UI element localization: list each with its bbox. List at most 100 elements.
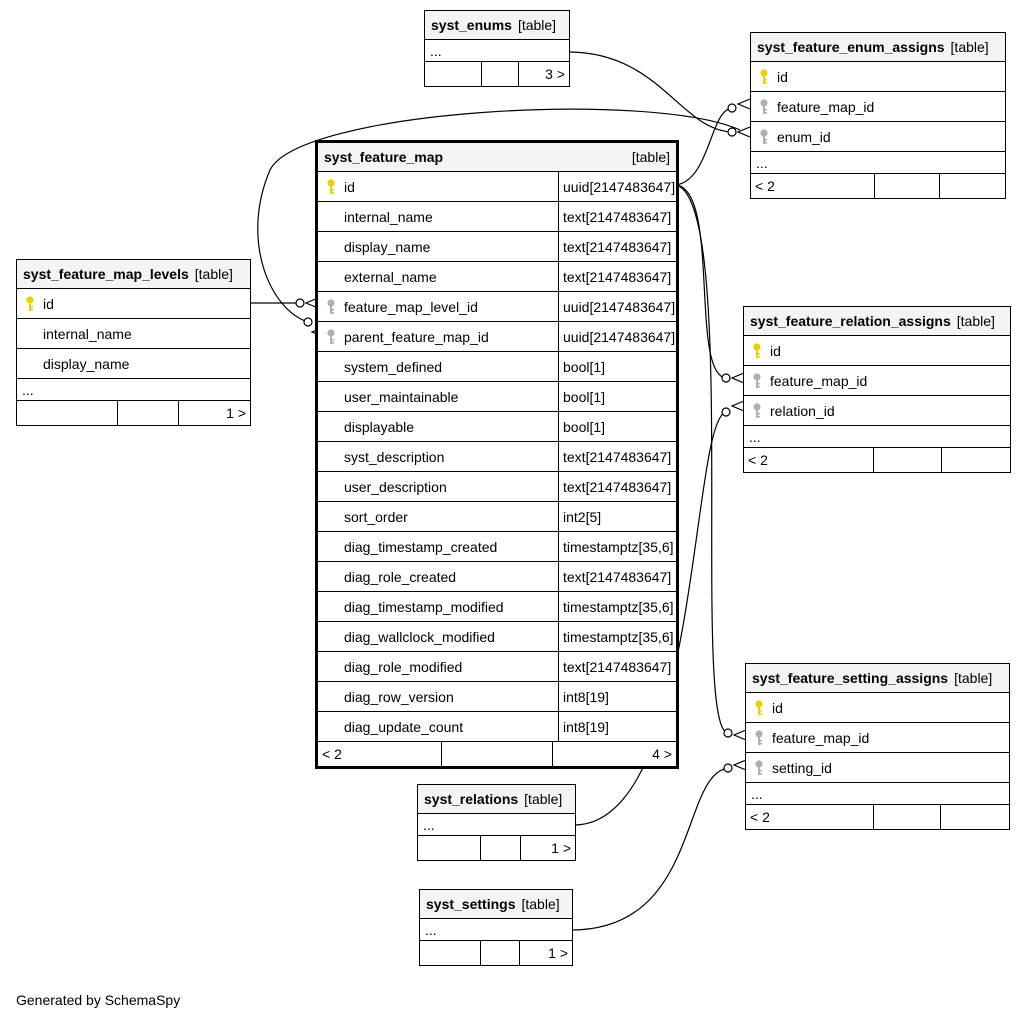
table-name: syst_enums [431, 17, 512, 33]
column-row[interactable]: id [746, 693, 1009, 723]
column-type: bool[1] [558, 412, 676, 441]
column-row[interactable]: relation_id [744, 396, 1010, 426]
table-header[interactable]: syst_relations [table] [418, 785, 575, 814]
column-row[interactable]: diag_role_created text[2147483647] [318, 562, 676, 592]
footer-cell [17, 401, 118, 425]
table-header[interactable]: syst_feature_map_levels [table] [17, 260, 250, 289]
table-header[interactable]: syst_feature_relation_assigns [table] [744, 307, 1010, 336]
foreign-key-icon [752, 372, 762, 390]
column-name: display_name [43, 355, 130, 372]
primary-key-icon [25, 295, 35, 313]
column-type: text[2147483647] [558, 472, 676, 501]
column-name: internal_name [344, 208, 433, 225]
column-row[interactable]: setting_id [746, 753, 1009, 783]
parents-count-link[interactable]: < 2 [746, 805, 874, 829]
table-syst-feature-enum-assigns[interactable]: syst_feature_enum_assigns [table] id fea… [750, 32, 1006, 199]
footer-cell [425, 62, 482, 86]
column-row[interactable]: internal_name [17, 319, 250, 349]
foreign-key-icon [759, 128, 769, 146]
table-header[interactable]: syst_feature_setting_assigns [table] [746, 664, 1009, 693]
ellipsis-row: ... [744, 426, 1010, 448]
footer-cell [481, 941, 520, 965]
column-row[interactable]: diag_wallclock_modified timestamptz[35,6] [318, 622, 676, 652]
column-row[interactable]: enum_id [751, 122, 1005, 152]
table-syst-relations[interactable]: syst_relations [table] ... 1 > [417, 784, 576, 861]
column-name: enum_id [777, 128, 831, 145]
column-name: user_description [344, 478, 447, 495]
foreign-key-icon [754, 729, 764, 747]
column-row[interactable]: feature_map_id [751, 92, 1005, 122]
table-type: [table] [517, 17, 557, 33]
column-row[interactable]: displayable bool[1] [318, 412, 676, 442]
column-row[interactable]: user_description text[2147483647] [318, 472, 676, 502]
table-syst-feature-relation-assigns[interactable]: syst_feature_relation_assigns [table] id… [743, 306, 1011, 473]
column-name: diag_update_count [344, 718, 464, 735]
table-header[interactable]: syst_enums [table] [425, 11, 569, 40]
children-count-link[interactable]: 1 > [521, 836, 575, 860]
column-name: diag_timestamp_modified [344, 598, 504, 615]
edge-map-to-setting-assigns [675, 184, 729, 734]
column-row[interactable]: display_name text[2147483647] [318, 232, 676, 262]
column-name: diag_timestamp_created [344, 538, 498, 555]
column-row[interactable]: id [744, 336, 1010, 366]
edge-crow-foot [736, 126, 751, 138]
column-row[interactable]: diag_row_version int8[19] [318, 682, 676, 712]
column-row[interactable]: display_name [17, 349, 250, 379]
table-footer: 1 > [418, 836, 575, 860]
table-syst-feature-map-levels[interactable]: syst_feature_map_levels [table] id inter… [16, 259, 251, 426]
column-row[interactable]: syst_description text[2147483647] [318, 442, 676, 472]
table-type: [table] [954, 670, 993, 686]
column-row[interactable]: id uuid[2147483647] [318, 172, 676, 202]
column-row[interactable]: diag_timestamp_created timestamptz[35,6] [318, 532, 676, 562]
column-name: id [777, 68, 788, 85]
children-count-link[interactable]: 4 > [553, 742, 676, 766]
table-header[interactable]: syst_feature_enum_assigns [table] [751, 33, 1005, 62]
column-row[interactable]: feature_map_id [744, 366, 1010, 396]
column-row[interactable]: internal_name text[2147483647] [318, 202, 676, 232]
parents-count-link[interactable]: < 2 [744, 448, 874, 472]
table-syst-settings[interactable]: syst_settings [table] ... 1 > [419, 889, 573, 966]
column-row[interactable]: parent_feature_map_id uuid[2147483647] [318, 322, 676, 352]
column-name: system_defined [344, 358, 443, 375]
footer-cell [940, 174, 1005, 198]
column-row[interactable]: feature_map_id [746, 723, 1009, 753]
table-footer: < 2 [744, 448, 1010, 472]
table-type: [table] [956, 313, 995, 329]
table-syst-feature-setting-assigns[interactable]: syst_feature_setting_assigns [table] id … [745, 663, 1010, 830]
table-syst-enums[interactable]: syst_enums [table] ... 3 > [424, 10, 570, 87]
foreign-key-icon [752, 402, 762, 420]
column-name: id [770, 342, 781, 359]
column-row[interactable]: external_name text[2147483647] [318, 262, 676, 292]
foreign-key-icon [326, 298, 336, 316]
column-row[interactable]: id [17, 289, 250, 319]
column-name: external_name [344, 268, 437, 285]
table-syst-feature-map[interactable]: syst_feature_map [table] id uuid[21474836… [315, 140, 679, 769]
footer-cell [420, 941, 481, 965]
column-type: text[2147483647] [558, 562, 676, 591]
column-row[interactable]: id [751, 62, 1005, 92]
table-header[interactable]: syst_feature_map [table] [318, 143, 676, 172]
column-row[interactable]: diag_update_count int8[19] [318, 712, 676, 742]
parents-count-link[interactable]: < 2 [318, 742, 442, 766]
column-type: timestamptz[35,6] [558, 532, 676, 561]
table-header[interactable]: syst_settings [table] [420, 890, 572, 919]
table-name: syst_settings [426, 896, 516, 912]
column-row[interactable]: system_defined bool[1] [318, 352, 676, 382]
column-row[interactable]: diag_role_modified text[2147483647] [318, 652, 676, 682]
column-name: diag_role_modified [344, 658, 463, 675]
column-name: relation_id [770, 402, 835, 419]
children-count-link[interactable]: 1 > [520, 941, 572, 965]
column-row[interactable]: diag_timestamp_modified timestamptz[35,6] [318, 592, 676, 622]
column-row[interactable]: user_maintainable bool[1] [318, 382, 676, 412]
column-row[interactable]: feature_map_level_id uuid[2147483647] [318, 292, 676, 322]
parents-count-link[interactable]: < 2 [751, 174, 875, 198]
column-row[interactable]: sort_order int2[5] [318, 502, 676, 532]
column-type: bool[1] [558, 352, 676, 381]
children-count-link[interactable]: 3 > [519, 62, 569, 86]
footer-cell [941, 805, 1009, 829]
children-count-link[interactable]: 1 > [179, 401, 250, 425]
foreign-key-icon [326, 328, 336, 346]
ellipsis-row: ... [17, 379, 250, 401]
edge-optional-marker [727, 103, 737, 113]
table-footer: < 2 [746, 805, 1009, 829]
